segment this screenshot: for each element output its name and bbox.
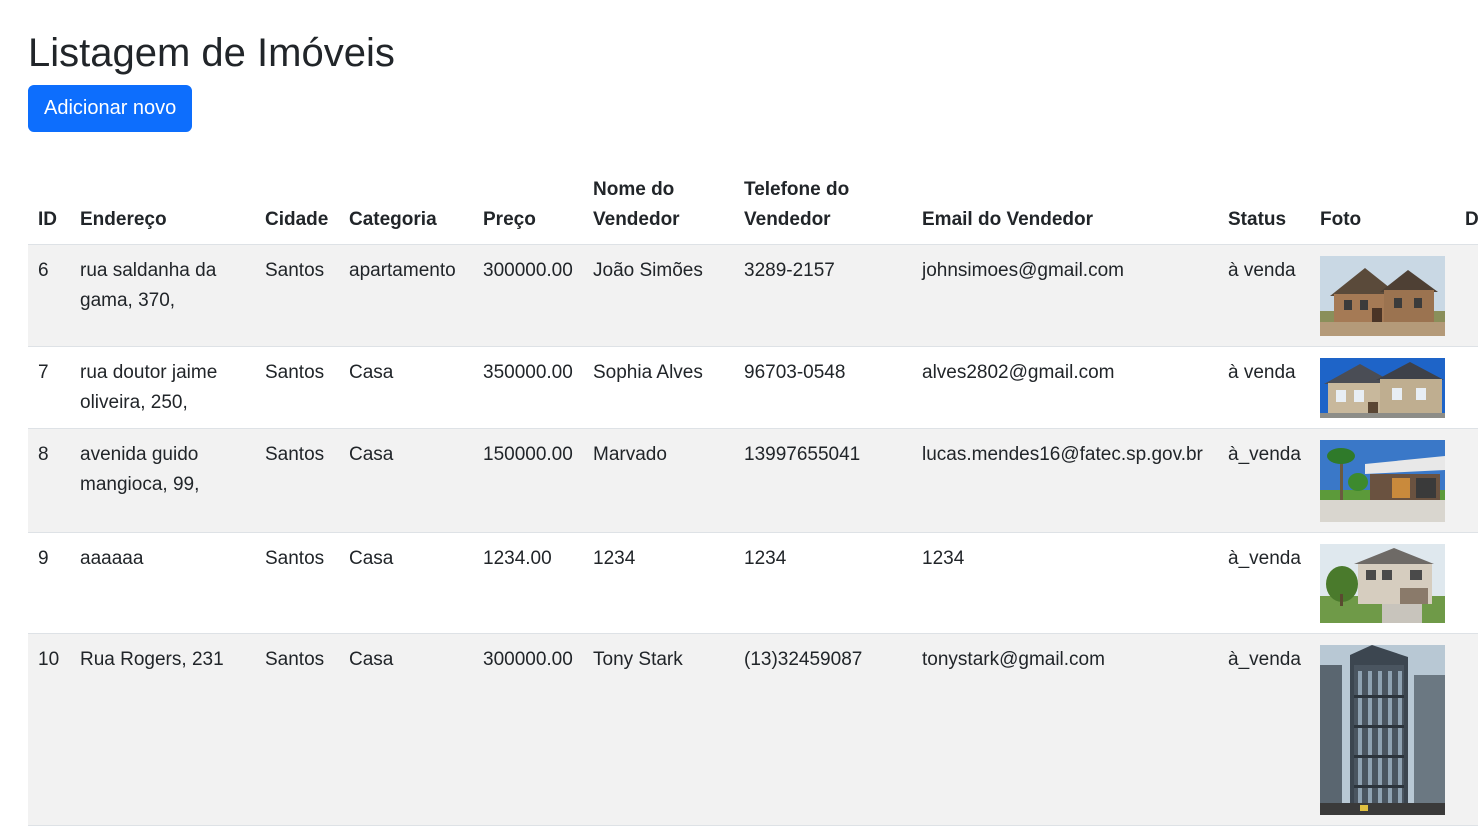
cell-endereco: aaaaaa <box>70 532 255 634</box>
cell-nome-vendedor: Marvado <box>583 428 734 533</box>
cell-telefone-vendedor: 96703-0548 <box>734 346 912 429</box>
header-endereco: Endereço <box>70 167 255 245</box>
page-container: Listagem de Imóveis Adicionar novo ID En… <box>0 0 1478 826</box>
cell-status: à_venda <box>1218 532 1310 634</box>
house-photo <box>1320 440 1445 522</box>
cell-endereco: avenida guido mangioca, 99, <box>70 428 255 533</box>
cell-endereco: rua saldanha da gama, 370, <box>70 244 255 347</box>
cell-id: 9 <box>28 532 70 634</box>
cell-extra <box>1455 532 1478 634</box>
cell-telefone-vendedor: 13997655041 <box>734 428 912 533</box>
add-new-button[interactable]: Adicionar novo <box>28 85 193 132</box>
cell-cidade: Santos <box>255 633 339 826</box>
cell-telefone-vendedor: (13)32459087 <box>734 633 912 826</box>
cell-status: à venda <box>1218 346 1310 429</box>
header-id: ID <box>28 167 70 245</box>
cell-email-vendedor: 1234 <box>912 532 1218 634</box>
cell-status: à_venda <box>1218 633 1310 826</box>
header-status: Status <box>1218 167 1310 245</box>
cell-status: à_venda <box>1218 428 1310 533</box>
cell-endereco: Rua Rogers, 231 <box>70 633 255 826</box>
header-foto: Foto <box>1310 167 1455 245</box>
cell-email-vendedor: lucas.mendes16@fatec.sp.gov.br <box>912 428 1218 533</box>
header-preco: Preço <box>473 167 583 245</box>
table-row: 6 rua saldanha da gama, 370, Santos apar… <box>28 244 1478 347</box>
cell-foto <box>1310 244 1455 347</box>
header-email-vendedor: Email do Vendedor <box>912 167 1218 245</box>
cell-email-vendedor: tonystark@gmail.com <box>912 633 1218 826</box>
cell-foto <box>1310 532 1455 634</box>
cell-foto <box>1310 633 1455 826</box>
building-photo <box>1320 645 1445 815</box>
house-photo <box>1320 544 1445 623</box>
cell-id: 10 <box>28 633 70 826</box>
header-cidade: Cidade <box>255 167 339 245</box>
cell-extra <box>1455 428 1478 533</box>
cell-nome-vendedor: 1234 <box>583 532 734 634</box>
table-row: 9 aaaaaa Santos Casa 1234.00 1234 1234 1… <box>28 532 1478 634</box>
cell-cidade: Santos <box>255 532 339 634</box>
cell-id: 7 <box>28 346 70 429</box>
cell-categoria: Casa <box>339 532 473 634</box>
table-row: 8 avenida guido mangioca, 99, Santos Cas… <box>28 428 1478 533</box>
cell-status: à venda <box>1218 244 1310 347</box>
cell-nome-vendedor: João Simões <box>583 244 734 347</box>
cell-telefone-vendedor: 1234 <box>734 532 912 634</box>
cell-cidade: Santos <box>255 346 339 429</box>
header-telefone-vendedor: Telefone do Vendedor <box>734 167 912 245</box>
cell-categoria: Casa <box>339 633 473 826</box>
page-title: Listagem de Imóveis <box>28 31 395 75</box>
cell-preco: 350000.00 <box>473 346 583 429</box>
cell-categoria: Casa <box>339 428 473 533</box>
header-categoria: Categoria <box>339 167 473 245</box>
properties-table: ID Endereço Cidade Categoria Preço Nome … <box>28 167 1478 826</box>
cell-email-vendedor: johnsimoes@gmail.com <box>912 244 1218 347</box>
cell-endereco: rua doutor jaime oliveira, 250, <box>70 346 255 429</box>
cell-extra <box>1455 244 1478 347</box>
cell-preco: 150000.00 <box>473 428 583 533</box>
cell-extra <box>1455 346 1478 429</box>
house-photo <box>1320 358 1445 418</box>
table-row: 7 rua doutor jaime oliveira, 250, Santos… <box>28 346 1478 429</box>
header-extra: D <box>1455 167 1478 245</box>
header-nome-vendedor: Nome do Vendedor <box>583 167 734 245</box>
cell-preco: 1234.00 <box>473 532 583 634</box>
cell-nome-vendedor: Tony Stark <box>583 633 734 826</box>
cell-preco: 300000.00 <box>473 244 583 347</box>
cell-telefone-vendedor: 3289-2157 <box>734 244 912 347</box>
cell-foto <box>1310 346 1455 429</box>
cell-nome-vendedor: Sophia Alves <box>583 346 734 429</box>
cell-extra <box>1455 633 1478 826</box>
cell-categoria: apartamento <box>339 244 473 347</box>
table-header-row: ID Endereço Cidade Categoria Preço Nome … <box>28 167 1478 245</box>
cell-foto <box>1310 428 1455 533</box>
cell-cidade: Santos <box>255 244 339 347</box>
cell-email-vendedor: alves2802@gmail.com <box>912 346 1218 429</box>
cell-id: 6 <box>28 244 70 347</box>
table-row: 10 Rua Rogers, 231 Santos Casa 300000.00… <box>28 633 1478 826</box>
cell-categoria: Casa <box>339 346 473 429</box>
house-photo <box>1320 256 1445 336</box>
cell-id: 8 <box>28 428 70 533</box>
cell-cidade: Santos <box>255 428 339 533</box>
cell-preco: 300000.00 <box>473 633 583 826</box>
